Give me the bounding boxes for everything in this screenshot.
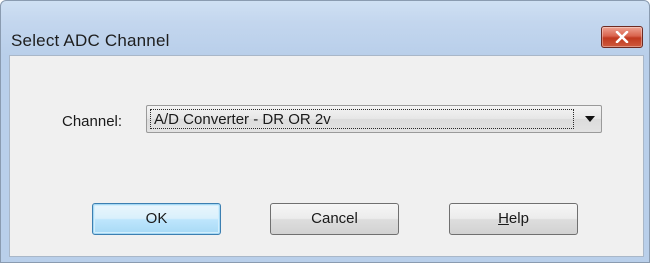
dialog-title: Select ADC Channel (11, 31, 170, 50)
channel-label: Channel: (62, 113, 123, 130)
help-button[interactable]: Help (449, 203, 578, 235)
help-button-accelerator: H (498, 210, 509, 227)
help-button-label: elp (508, 210, 529, 227)
title-bar[interactable]: Select ADC Channel (1, 1, 649, 55)
dialog-window: Select ADC Channel Channel: A/D Converte… (0, 0, 650, 263)
close-button[interactable] (601, 26, 643, 48)
close-icon (615, 31, 629, 43)
cancel-button[interactable]: Cancel (270, 203, 399, 235)
channel-dropdown[interactable]: A/D Converter - DR OR 2v (146, 105, 602, 133)
channel-dropdown-value: A/D Converter - DR OR 2v (150, 109, 574, 129)
ok-button[interactable]: OK (92, 203, 221, 235)
chevron-down-icon[interactable] (585, 116, 595, 122)
dialog-body: Channel: A/D Converter - DR OR 2v OK Can… (9, 55, 644, 257)
